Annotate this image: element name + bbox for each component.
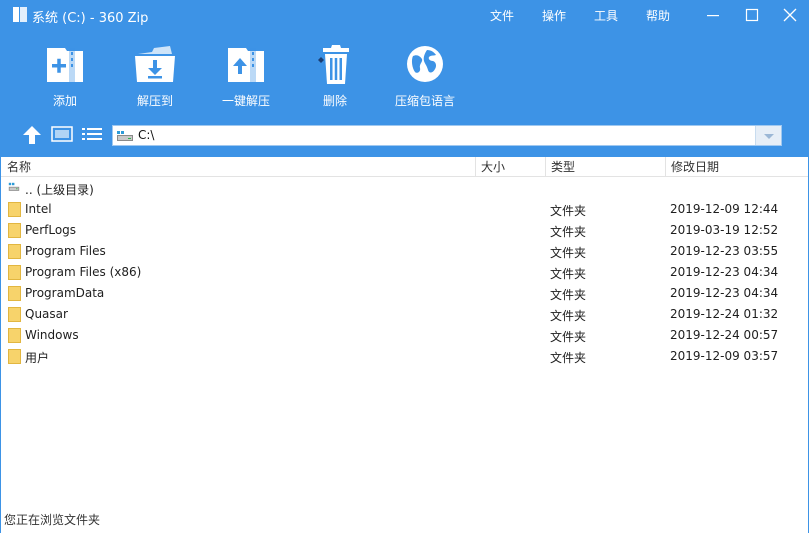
menu-file[interactable]: 文件	[490, 7, 514, 24]
extract-to-label: 解压到	[136, 94, 173, 108]
file-name: Program Files (x86)	[25, 265, 142, 279]
file-date: 2019-12-24 00:57	[670, 328, 779, 342]
file-date: 2019-12-24 01:32	[670, 307, 779, 321]
file-row[interactable]: Program Files 文件夹 2019-12-23 03:55	[1, 241, 808, 262]
globe-icon	[407, 46, 443, 82]
minimize-icon	[707, 15, 719, 17]
column-header: 名称 大小 类型 修改日期	[1, 157, 808, 177]
file-name: 用户	[25, 351, 50, 365]
file-name: Quasar	[25, 307, 68, 321]
one-click-extract-icon	[228, 48, 264, 82]
file-row[interactable]: PerfLogs 文件夹 2019-03-19 12:52	[1, 220, 808, 241]
file-type: 文件夹	[550, 246, 587, 260]
trash-icon	[318, 45, 349, 84]
file-date: 2019-12-23 03:55	[670, 244, 779, 258]
folder-icon	[8, 244, 21, 259]
chevron-down-icon	[764, 134, 774, 139]
folder-icon	[8, 349, 21, 364]
file-name: Windows	[25, 328, 79, 342]
one-click-extract-label: 一键解压	[221, 94, 270, 108]
menu-tools[interactable]: 工具	[594, 7, 618, 24]
file-type: 文件夹	[550, 309, 587, 323]
file-type: 文件夹	[550, 288, 587, 302]
file-name: Program Files	[25, 244, 106, 258]
address-dropdown-button[interactable]	[755, 126, 781, 145]
list-view-icon	[82, 128, 102, 140]
parent-directory-row[interactable]: .. (上级目录)	[1, 178, 808, 199]
file-name: ProgramData	[25, 286, 105, 300]
maximize-button[interactable]	[732, 0, 772, 30]
folder-icon	[8, 286, 21, 301]
column-date-header[interactable]: 修改日期	[665, 157, 808, 177]
minimize-button[interactable]	[693, 0, 733, 30]
folder-icon	[8, 307, 21, 322]
file-type: 文件夹	[550, 204, 587, 218]
header-area: 系统 (C:) - 360 Zip 文件 操作 工具 帮助 添加 解压到 一键解…	[1, 0, 808, 157]
status-bar: 您正在浏览文件夹	[1, 508, 808, 533]
file-date: 2019-12-23 04:34	[670, 286, 779, 300]
file-row[interactable]: Intel 文件夹 2019-12-09 12:44	[1, 199, 808, 220]
file-name: PerfLogs	[25, 223, 77, 237]
column-name-header[interactable]: 名称	[1, 157, 475, 177]
add-archive-icon	[47, 48, 83, 82]
thumbnail-view-button[interactable]	[51, 126, 73, 142]
folder-icon	[8, 202, 21, 217]
folder-icon	[8, 328, 21, 343]
address-bar[interactable]: C:\	[112, 125, 782, 146]
title-bar[interactable]: 系统 (C:) - 360 Zip 文件 操作 工具 帮助	[1, 0, 808, 30]
file-row[interactable]: Windows 文件夹 2019-12-24 00:57	[1, 325, 808, 346]
file-name: Intel	[25, 202, 52, 216]
up-level-button[interactable]	[22, 125, 42, 145]
one-click-extract-button[interactable]: 一键解压	[206, 42, 286, 114]
file-date: 2019-12-09 12:44	[670, 202, 779, 216]
delete-button[interactable]: 删除	[295, 42, 375, 114]
menu-help[interactable]: 帮助	[646, 7, 670, 24]
file-type: 文件夹	[550, 351, 587, 365]
arrow-up-icon	[23, 126, 41, 144]
file-row[interactable]: ProgramData 文件夹 2019-12-23 04:34	[1, 283, 808, 304]
file-type: 文件夹	[550, 225, 587, 239]
file-row[interactable]: Quasar 文件夹 2019-12-24 01:32	[1, 304, 808, 325]
parent-directory-label: .. (上级目录)	[25, 183, 94, 197]
close-button[interactable]	[771, 0, 809, 30]
list-view-button[interactable]	[81, 126, 103, 142]
address-path: C:\	[138, 128, 155, 142]
file-row[interactable]: 用户 文件夹 2019-12-09 03:57	[1, 346, 808, 367]
close-icon	[783, 8, 797, 22]
drive-icon	[117, 131, 133, 141]
add-label: 添加	[52, 94, 77, 108]
file-row[interactable]: Program Files (x86) 文件夹 2019-12-23 04:34	[1, 262, 808, 283]
file-type: 文件夹	[550, 267, 587, 281]
file-list: .. (上级目录) Intel 文件夹 2019-12-09 12:44 Per…	[1, 178, 808, 498]
file-type: 文件夹	[550, 330, 587, 344]
window-title: 系统 (C:) - 360 Zip	[32, 11, 149, 26]
add-button[interactable]: 添加	[25, 42, 105, 114]
app-logo-icon	[13, 7, 27, 22]
archive-language-button[interactable]: 压缩包语言	[385, 42, 465, 114]
status-text: 您正在浏览文件夹	[4, 513, 101, 527]
menu-operations[interactable]: 操作	[542, 7, 566, 24]
column-type-header[interactable]: 类型	[545, 157, 665, 177]
file-date: 2019-03-19 12:52	[670, 223, 779, 237]
column-size-header[interactable]: 大小	[475, 157, 545, 177]
drive-icon	[8, 182, 20, 191]
thumbnail-view-icon	[51, 126, 73, 142]
archive-language-label: 压缩包语言	[394, 94, 455, 108]
app-window: 系统 (C:) - 360 Zip 文件 操作 工具 帮助 添加 解压到 一键解…	[0, 0, 809, 533]
delete-label: 删除	[322, 94, 347, 108]
maximize-icon	[745, 8, 759, 22]
extract-to-button[interactable]: 解压到	[115, 42, 195, 114]
folder-icon	[8, 223, 21, 238]
file-date: 2019-12-23 04:34	[670, 265, 779, 279]
folder-icon	[8, 265, 21, 280]
extract-folder-icon	[135, 46, 175, 82]
file-date: 2019-12-09 03:57	[670, 349, 779, 363]
